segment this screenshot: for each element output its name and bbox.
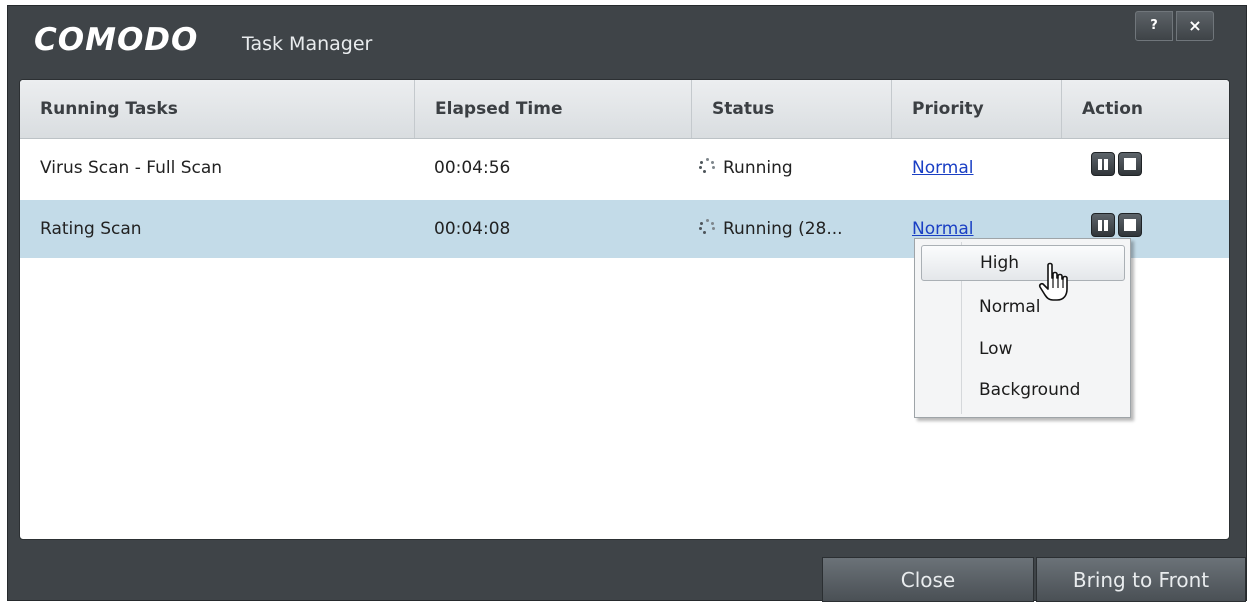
hand-pointer-icon bbox=[1038, 262, 1068, 301]
priority-menu: High Normal Low Background bbox=[914, 238, 1131, 418]
stop-button[interactable] bbox=[1118, 152, 1142, 176]
elapsed-time: 00:04:56 bbox=[434, 158, 511, 178]
pause-button[interactable] bbox=[1091, 152, 1115, 176]
close-window-button[interactable]: × bbox=[1176, 11, 1214, 41]
comodo-logo: COMODO bbox=[34, 22, 199, 58]
table-row[interactable]: Virus Scan - Full Scan 00:04:56 Running … bbox=[20, 139, 1229, 197]
column-priority[interactable]: Priority bbox=[892, 80, 1062, 138]
stop-button[interactable] bbox=[1118, 213, 1142, 237]
column-running-tasks[interactable]: Running Tasks bbox=[20, 80, 415, 138]
pause-button[interactable] bbox=[1091, 213, 1115, 237]
table-header: Running Tasks Elapsed Time Status Priori… bbox=[20, 80, 1229, 139]
loading-spinner-icon bbox=[699, 219, 715, 235]
menu-item-normal[interactable]: Normal bbox=[921, 289, 1125, 325]
status-cell: Running bbox=[699, 139, 793, 197]
bring-to-front-button[interactable]: Bring to Front bbox=[1036, 557, 1246, 602]
task-name: Virus Scan - Full Scan bbox=[40, 158, 223, 178]
priority-link[interactable]: Normal bbox=[912, 139, 974, 197]
close-button[interactable]: Close bbox=[822, 557, 1034, 602]
status-text: Running (28... bbox=[723, 219, 843, 239]
window-title: Task Manager bbox=[242, 33, 373, 55]
column-elapsed-time[interactable]: Elapsed Time bbox=[415, 80, 692, 138]
status-text: Running bbox=[723, 158, 793, 178]
loading-spinner-icon bbox=[699, 158, 715, 174]
column-action[interactable]: Action bbox=[1062, 80, 1229, 138]
column-status[interactable]: Status bbox=[692, 80, 892, 138]
status-cell: Running (28... bbox=[699, 200, 843, 258]
title-bar[interactable]: COMODO Task Manager ? × bbox=[8, 6, 1246, 78]
menu-item-low[interactable]: Low bbox=[921, 331, 1125, 367]
elapsed-time: 00:04:08 bbox=[434, 219, 511, 239]
help-button[interactable]: ? bbox=[1135, 11, 1173, 41]
task-name: Rating Scan bbox=[40, 219, 142, 239]
menu-item-high[interactable]: High bbox=[921, 245, 1125, 281]
menu-item-background[interactable]: Background bbox=[921, 372, 1125, 408]
